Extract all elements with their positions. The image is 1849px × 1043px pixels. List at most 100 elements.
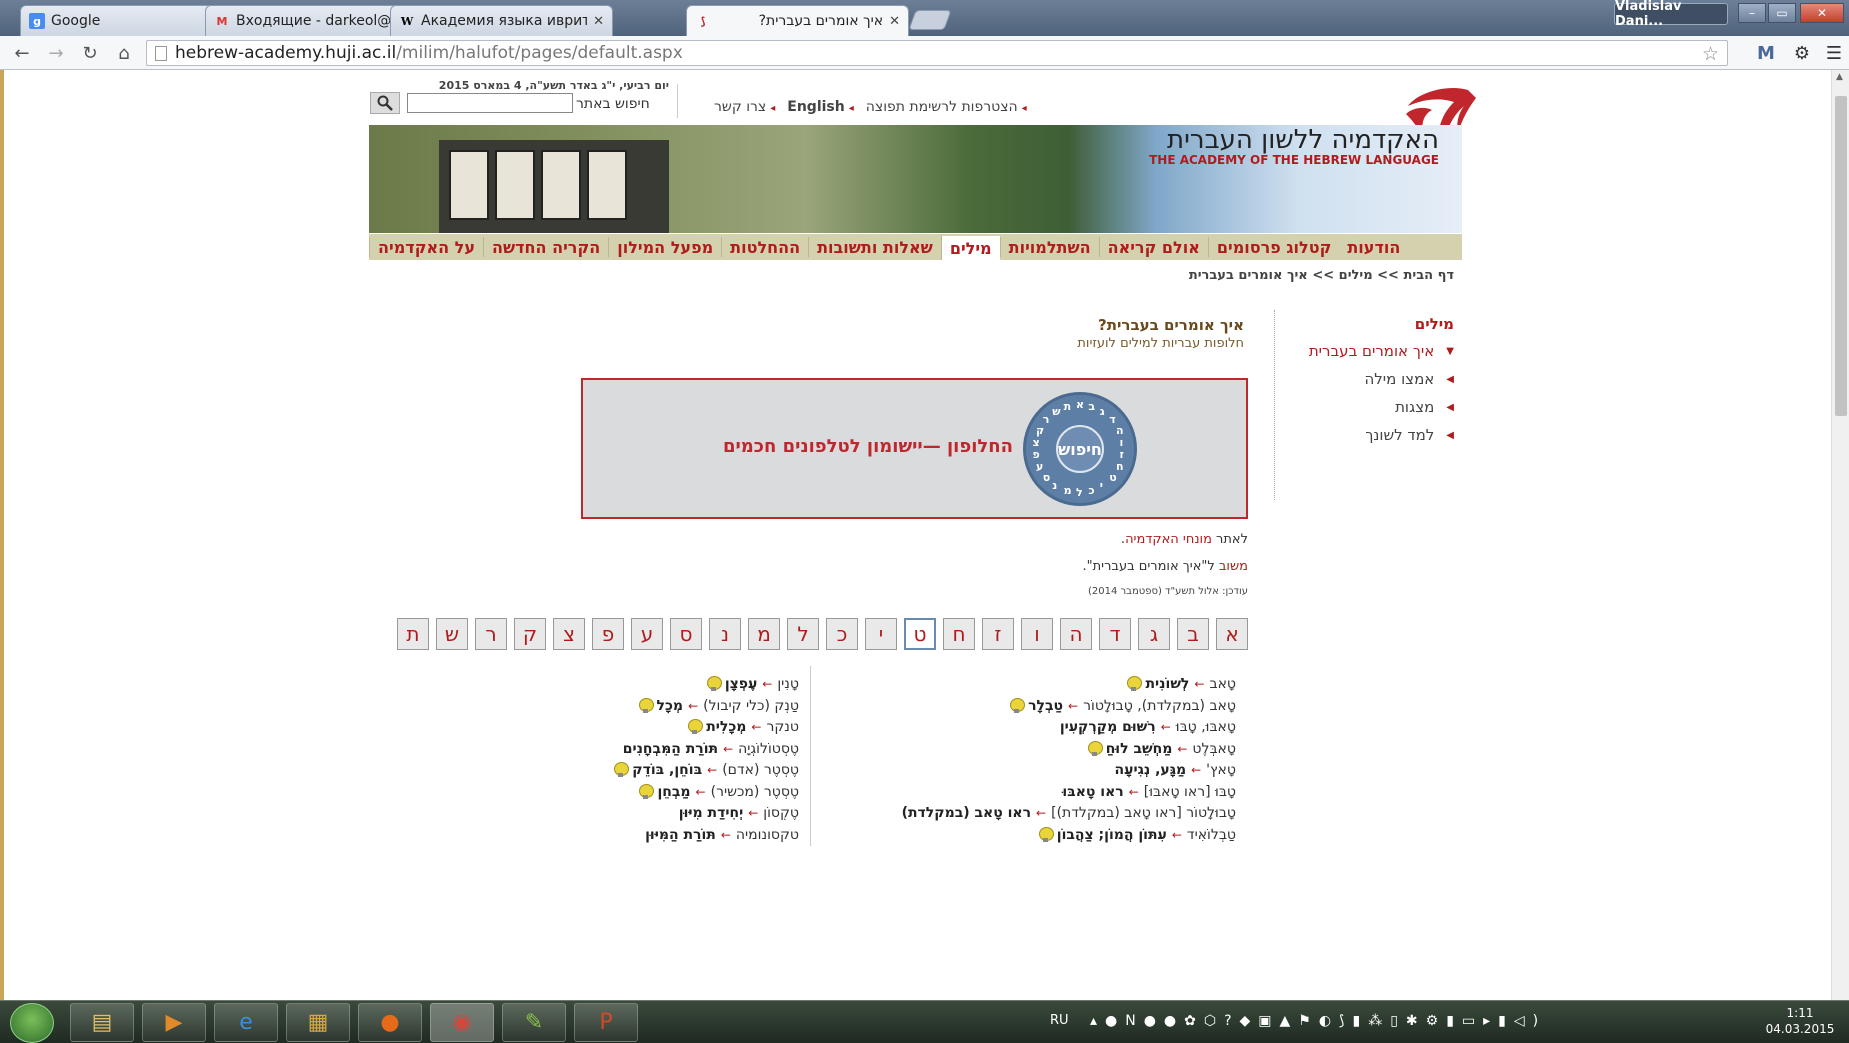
word-entry[interactable]: טָאבּוּ, טָבּוּ ← רִשּׁוּם מְקַרְקְעִין	[1060, 719, 1236, 735]
site-search-input[interactable]	[407, 93, 573, 113]
close-tab-icon[interactable]: ✕	[593, 14, 604, 29]
letter-20[interactable]: ר	[475, 618, 507, 650]
feedback-link[interactable]: משוב	[1219, 559, 1248, 574]
lightbulb-icon[interactable]	[688, 719, 704, 735]
mailing-list-link[interactable]: ◂הצטרפות לרשימת תפוצה	[866, 99, 1027, 115]
lightbulb-icon[interactable]	[1127, 676, 1143, 692]
letter-3[interactable]: ג	[1138, 618, 1170, 650]
nav-publications-catalog[interactable]: קטלוג פרסומים	[1207, 237, 1340, 257]
letter-19[interactable]: ק	[514, 618, 546, 650]
nav-training[interactable]: השתלמויות	[999, 237, 1099, 257]
search-button[interactable]	[370, 92, 400, 114]
letter-11[interactable]: כ	[826, 618, 858, 650]
entry-hebrew-alternative[interactable]: לְשׁוֹנִית	[1145, 676, 1189, 692]
scroll-up-icon[interactable]: ▲	[1836, 72, 1843, 82]
lightbulb-icon[interactable]	[614, 762, 630, 778]
contact-link[interactable]: ◂צרו קשר	[714, 99, 775, 115]
word-entry[interactable]: טֶקְסוֹן ← יְחִידַת מִיּוּן	[679, 805, 799, 821]
nav-announcements[interactable]: הודעות	[1339, 237, 1408, 257]
letter-1[interactable]: א	[1216, 618, 1248, 650]
nav-qa[interactable]: שאלות ותשובות	[808, 237, 941, 257]
start-button[interactable]	[10, 1003, 54, 1043]
letter-16[interactable]: ע	[631, 618, 663, 650]
taskbar-clock[interactable]: 1:11 04.03.2015	[1760, 1005, 1840, 1037]
entry-hebrew-alternative[interactable]: בּוֹחֵן, בּוֹדֵק	[632, 762, 702, 778]
system-tray-icons[interactable]: ▴●N●●✿⬡?◆▣▲⚑◐⟆▮⁂▯✱⚙▮▭▸▮◁)	[1090, 1013, 1546, 1029]
tab-wikipedia[interactable]: W Академия языка иврит – ✕	[390, 5, 613, 36]
lightbulb-icon[interactable]	[1087, 740, 1103, 757]
entry-hebrew-alternative[interactable]: תּוֹרַת הַמִּיּוּן	[645, 827, 716, 843]
word-entry[interactable]: טָנִין ← עֶפְצָן	[706, 676, 799, 692]
word-entry[interactable]: טָאב (במקלדת), טָבוּלָטוֹר ← טַבְלָר	[1010, 697, 1236, 714]
letter-15[interactable]: ס	[670, 618, 702, 650]
word-entry[interactable]: טֶסְטֶר (אדם) ← בּוֹחֵן, בּוֹדֵק	[614, 762, 799, 778]
promo-text[interactable]: החלופון —יישומון לטלפונים חכמים	[643, 436, 1013, 457]
back-arrow-icon[interactable]: ←	[10, 42, 34, 64]
chrome-icon[interactable]: ◉	[430, 1003, 494, 1042]
word-entry[interactable]: טָאב ← לְשׁוֹנִית	[1127, 676, 1236, 692]
maximize-button[interactable]: ▭	[1768, 3, 1796, 23]
word-entry[interactable]: טקסונומיה ← תּוֹרַת הַמִּיּוּן	[645, 827, 799, 843]
sidebar-title[interactable]: מילים	[1415, 315, 1454, 333]
entry-hebrew-alternative[interactable]: מְכָל	[657, 698, 684, 714]
entry-hebrew-alternative[interactable]: רִשּׁוּם מְקַרְקְעִין	[1060, 719, 1156, 735]
gmail-extension-icon[interactable]: M	[1754, 42, 1778, 64]
search-dial-icon[interactable]: חיפוש אבגדהוזחטיכלמנסעפצקרשת	[1023, 392, 1137, 506]
entry-hebrew-alternative[interactable]: מְכָלִית	[706, 719, 746, 735]
address-bar[interactable]: hebrew-academy.huji.ac.il/milim/halufot/…	[146, 40, 1728, 66]
entry-hebrew-alternative[interactable]: עִתּוֹן הֲמוֹן; צַהֲבוֹן	[1057, 827, 1167, 843]
letter-6[interactable]: ו	[1021, 618, 1053, 650]
letter-10[interactable]: י	[865, 618, 897, 650]
media-player-icon[interactable]: ▶	[142, 1003, 206, 1042]
entry-hebrew-alternative[interactable]: מַגָּע, נְגִיעָה	[1115, 762, 1187, 778]
firefox-icon[interactable]: ●	[358, 1003, 422, 1042]
lightbulb-icon[interactable]	[1010, 697, 1026, 714]
entry-hebrew-alternative[interactable]: טַבְלָר	[1028, 698, 1063, 714]
word-entry[interactable]: טַבְלוֹאִיד ← עִתּוֹן הֲמוֹן; צַהֲבוֹן	[1038, 826, 1236, 843]
nav-about[interactable]: על האקדמיה	[369, 237, 483, 257]
word-entry[interactable]: טָאץ' ← מַגָּע, נְגִיעָה	[1115, 762, 1236, 778]
control-panel-icon[interactable]: ▦	[286, 1003, 350, 1042]
halufon-app-promo[interactable]: חיפוש אבגדהוזחטיכלמנסעפצקרשת החלופון —יי…	[581, 378, 1248, 519]
english-link[interactable]: ◂English	[787, 99, 853, 115]
bookmark-star-icon[interactable]: ☆	[1702, 43, 1719, 65]
breadcrumb-words[interactable]: מילים	[1339, 268, 1373, 283]
nav-new-campus[interactable]: הקריה החדשה	[483, 237, 608, 257]
terms-link[interactable]: מונחי האקדמיה	[1125, 532, 1212, 547]
letter-21[interactable]: ש	[436, 618, 468, 650]
scrollbar-thumb[interactable]	[1835, 96, 1847, 416]
reload-icon[interactable]: ↻	[78, 42, 102, 64]
nav-decisions[interactable]: ההחלטות	[721, 237, 808, 257]
vertical-scrollbar[interactable]: ▲	[1831, 70, 1849, 1000]
sidebar-item-adopt-word[interactable]: ◀ אמצו מילה	[1364, 370, 1454, 388]
letter-17[interactable]: פ	[592, 618, 624, 650]
home-icon[interactable]: ⌂	[112, 42, 136, 64]
entry-hebrew-alternative[interactable]: ראו טָאבּוּ	[1062, 784, 1123, 800]
letter-13[interactable]: מ	[748, 618, 780, 650]
close-tab-icon[interactable]: ✕	[889, 14, 900, 29]
letter-9[interactable]: ט	[904, 618, 936, 650]
user-profile-badge[interactable]: Vladislav Dani...	[1614, 0, 1728, 29]
app-chart-icon[interactable]: ✎	[502, 1003, 566, 1042]
word-entry[interactable]: טָאבְּלֶט ← מַחְשֵׁב לוּחַ	[1087, 740, 1236, 757]
forward-arrow-icon[interactable]: →	[44, 42, 68, 64]
word-entry[interactable]: טָבּוּ [ראו טָאבּוּ] ← ראו טָאבּוּ	[1062, 784, 1236, 800]
minimize-button[interactable]: –	[1738, 3, 1766, 23]
settings-gear-icon[interactable]: ⚙	[1790, 42, 1814, 64]
entry-hebrew-alternative[interactable]: מַחְשֵׁב לוּחַ	[1106, 741, 1173, 757]
letter-2[interactable]: ב	[1177, 618, 1209, 650]
letter-7[interactable]: ז	[982, 618, 1014, 650]
file-explorer-icon[interactable]: ▤	[70, 1003, 134, 1042]
letter-8[interactable]: ח	[943, 618, 975, 650]
word-entry[interactable]: טֶסְטֶר (מכשיר) ← מַבְחֵן	[639, 783, 799, 800]
letter-5[interactable]: ה	[1060, 618, 1092, 650]
word-entry[interactable]: טָבוּלָטוֹר [ראו טָאב (במקלדת)] ← ראו טָאב…	[902, 805, 1236, 821]
sidebar-item-how-to-say[interactable]: ▼ איך אומרים בעברית	[1309, 342, 1454, 360]
lightbulb-icon[interactable]	[1038, 826, 1054, 843]
language-indicator[interactable]: RU	[1050, 1013, 1069, 1028]
lightbulb-icon[interactable]	[638, 697, 654, 714]
sidebar-item-learn-language[interactable]: ◀ למד לשונך	[1365, 426, 1454, 444]
nav-words[interactable]: מילים	[940, 234, 1000, 260]
entry-hebrew-alternative[interactable]: עֶפְצָן	[725, 676, 757, 692]
letter-4[interactable]: ד	[1099, 618, 1131, 650]
